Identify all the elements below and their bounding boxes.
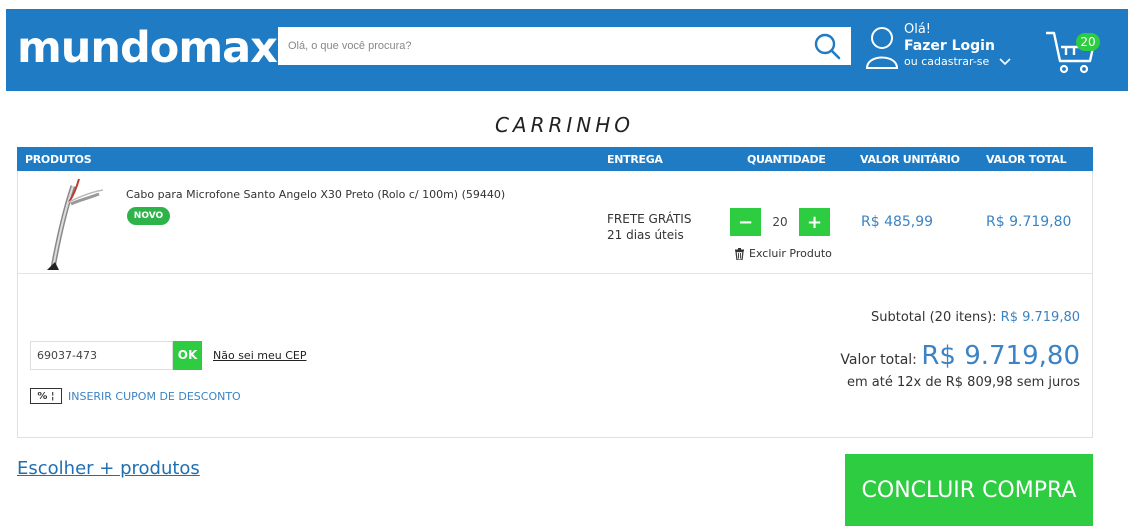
unknown-cep-link[interactable]: Não sei meu CEP <box>213 349 306 362</box>
header-quantidade: QUANTIDADE <box>747 153 826 166</box>
subtotal: Subtotal (20 itens): R$ 9.719,80 <box>871 310 1080 325</box>
search-input[interactable] <box>278 27 798 65</box>
cart-count-badge: 20 <box>1076 33 1100 51</box>
unit-price: R$ 485,99 <box>861 214 934 230</box>
shipping-free-label: FRETE GRÁTIS <box>607 212 692 226</box>
checkout-button[interactable]: CONCLUIR COMPRA <box>845 454 1093 526</box>
quantity-input[interactable] <box>761 208 799 236</box>
cep-input[interactable] <box>30 341 173 370</box>
installments-text: em até 12x de R$ 809,98 sem juros <box>847 375 1080 390</box>
page-title: CARRINHO <box>494 113 635 137</box>
product-image[interactable] <box>33 176 105 270</box>
register-label: ou cadastrar-se <box>904 55 990 68</box>
cart-box: Cabo para Microfone Santo Angelo X30 Pre… <box>17 171 1093 438</box>
logo[interactable]: mundomax® <box>17 23 289 73</box>
header-valor-total: VALOR TOTAL <box>986 153 1067 166</box>
choose-more-products-link[interactable]: Escolher + produtos <box>17 458 200 479</box>
greeting-text: Olá! <box>904 22 932 37</box>
cart-table-header: PRODUTOS ENTREGA QUANTIDADE VALOR UNITÁR… <box>17 147 1093 171</box>
login-area[interactable]: Olá! Fazer Login ou cadastrar-se <box>904 22 1011 69</box>
row-divider <box>18 273 1092 274</box>
user-icon[interactable] <box>864 26 900 70</box>
header-valor-unitario: VALOR UNITÁRIO <box>860 153 960 166</box>
search-button[interactable] <box>803 27 851 65</box>
cep-ok-button[interactable]: OK <box>173 341 202 370</box>
search-bar <box>278 27 851 65</box>
trash-icon <box>735 247 744 260</box>
total-label: Valor total: <box>840 352 917 368</box>
quantity-stepper: − + <box>730 208 830 236</box>
new-badge: NOVO <box>127 207 170 225</box>
chevron-down-icon <box>999 58 1011 66</box>
header-produtos: PRODUTOS <box>25 153 92 166</box>
subtotal-label: Subtotal (20 itens): <box>871 310 997 325</box>
coupon-label: INSERIR CUPOM DE DESCONTO <box>68 389 241 403</box>
search-icon <box>814 33 841 60</box>
logo-text: mundomax <box>17 23 278 73</box>
order-total: Valor total: R$ 9.719,80 <box>840 341 1080 371</box>
delete-product-button[interactable]: Excluir Produto <box>734 247 832 260</box>
site-header: mundomax® Olá! Fazer Login ou cadastrar-… <box>6 9 1128 91</box>
register-link[interactable]: ou cadastrar-se <box>904 55 1011 69</box>
increase-quantity-button[interactable]: + <box>799 208 830 236</box>
shipping-days: 21 dias úteis <box>607 228 684 242</box>
product-name[interactable]: Cabo para Microfone Santo Angelo X30 Pre… <box>126 188 505 201</box>
shipping-info: FRETE GRÁTIS 21 dias úteis <box>607 211 691 243</box>
decrease-quantity-button[interactable]: − <box>730 208 761 236</box>
coupon-toggle[interactable]: % ¦ INSERIR CUPOM DE DESCONTO <box>30 388 241 404</box>
login-link[interactable]: Fazer Login <box>904 37 1011 55</box>
total-value: R$ 9.719,80 <box>921 341 1080 371</box>
subtotal-value: R$ 9.719,80 <box>1000 310 1080 325</box>
delete-product-label: Excluir Produto <box>749 247 832 260</box>
item-total-price: R$ 9.719,80 <box>986 214 1072 230</box>
coupon-icon: % ¦ <box>30 388 62 404</box>
header-entrega: ENTREGA <box>607 153 663 166</box>
